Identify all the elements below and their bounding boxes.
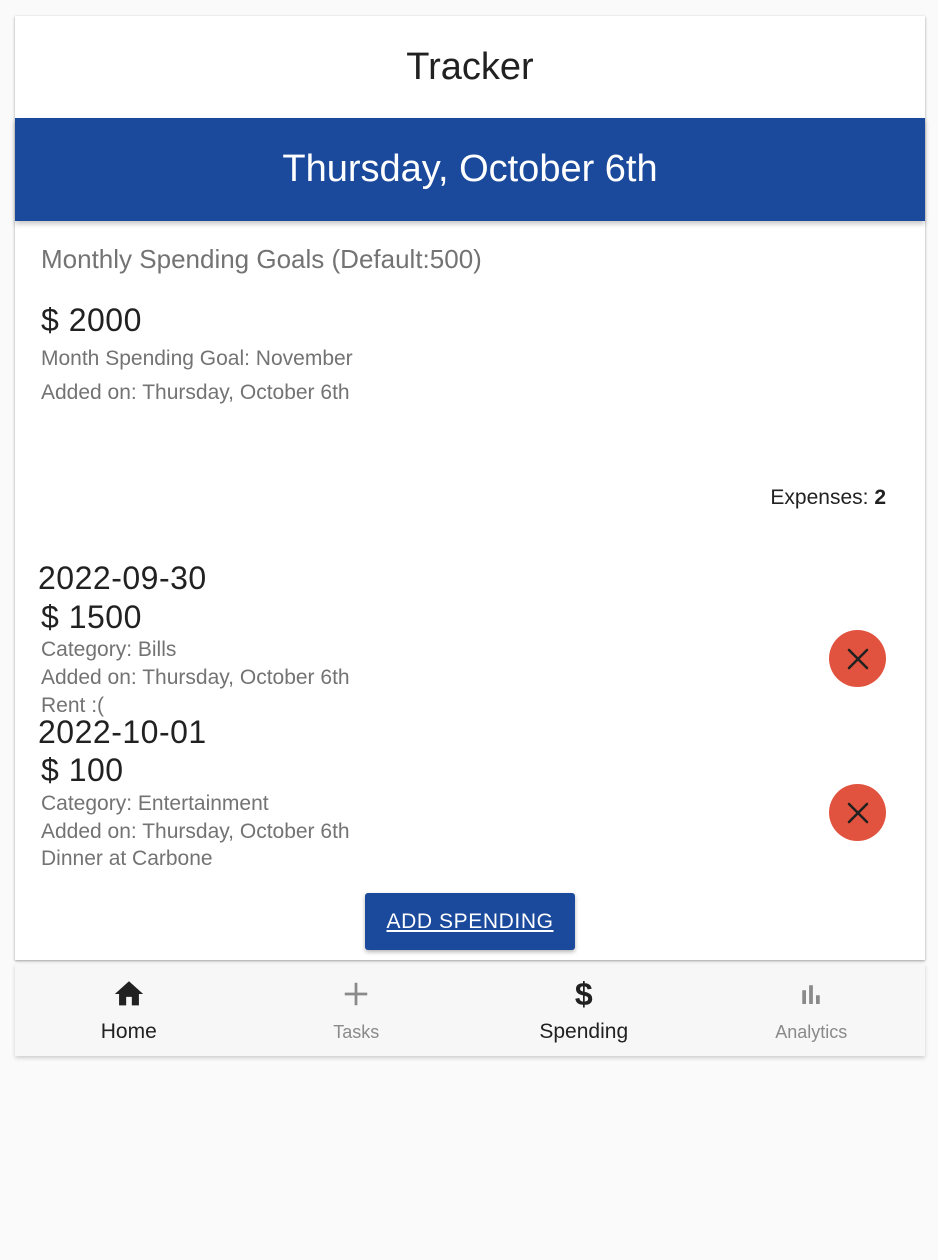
dollar-icon: $: [574, 976, 593, 1012]
bottom-nav: Home Tasks $ Spending Analytics: [15, 964, 925, 1056]
expense-added: Added on: Thursday, October 6th: [41, 820, 350, 843]
plus-icon: [341, 976, 371, 1012]
expense-category: Category: Bills: [41, 638, 177, 661]
nav-label: Analytics: [775, 1022, 848, 1042]
expense-date: 2022-10-01: [38, 714, 207, 750]
nav-label: Home: [100, 1020, 157, 1043]
nav-item-spending[interactable]: $ Spending: [470, 964, 698, 1056]
expenses-count-label: Expenses:: [770, 486, 875, 509]
goal-amount: $ 2000: [41, 302, 142, 338]
app-title: Tracker: [406, 45, 534, 88]
expense-added: Added on: Thursday, October 6th: [41, 666, 350, 689]
nav-item-tasks[interactable]: Tasks: [243, 964, 471, 1056]
delete-expense-button[interactable]: [829, 784, 886, 841]
close-icon: [847, 648, 868, 669]
delete-expense-button[interactable]: [829, 630, 886, 687]
goal-added-text: Added on: Thursday, October 6th: [41, 381, 350, 404]
goals-heading: Monthly Spending Goals (Default:500): [41, 244, 482, 274]
nav-item-analytics[interactable]: Analytics: [698, 964, 926, 1056]
expense-note: Dinner at Carbone: [41, 847, 213, 870]
nav-label: Spending: [539, 1020, 629, 1043]
expense-date: 2022-09-30: [38, 560, 207, 596]
goal-month-text: Month Spending Goal: November: [41, 347, 353, 370]
add-spending-button[interactable]: ADD SPENDING: [365, 893, 575, 950]
home-icon: [112, 976, 146, 1012]
expense-amount: $ 1500: [41, 599, 142, 635]
expenses-count: Expenses: 2: [770, 486, 886, 510]
nav-item-home[interactable]: Home: [15, 964, 243, 1056]
bar-chart-icon: [796, 976, 826, 1012]
expense-category: Category: Entertainment: [41, 792, 269, 815]
main-card: Tracker Thursday, October 6th Monthly Sp…: [15, 16, 925, 960]
date-banner: Thursday, October 6th: [15, 118, 925, 221]
close-icon: [847, 802, 868, 823]
nav-label: Tasks: [333, 1022, 380, 1042]
expenses-count-value: 2: [874, 486, 886, 509]
expense-amount: $ 100: [41, 752, 124, 788]
